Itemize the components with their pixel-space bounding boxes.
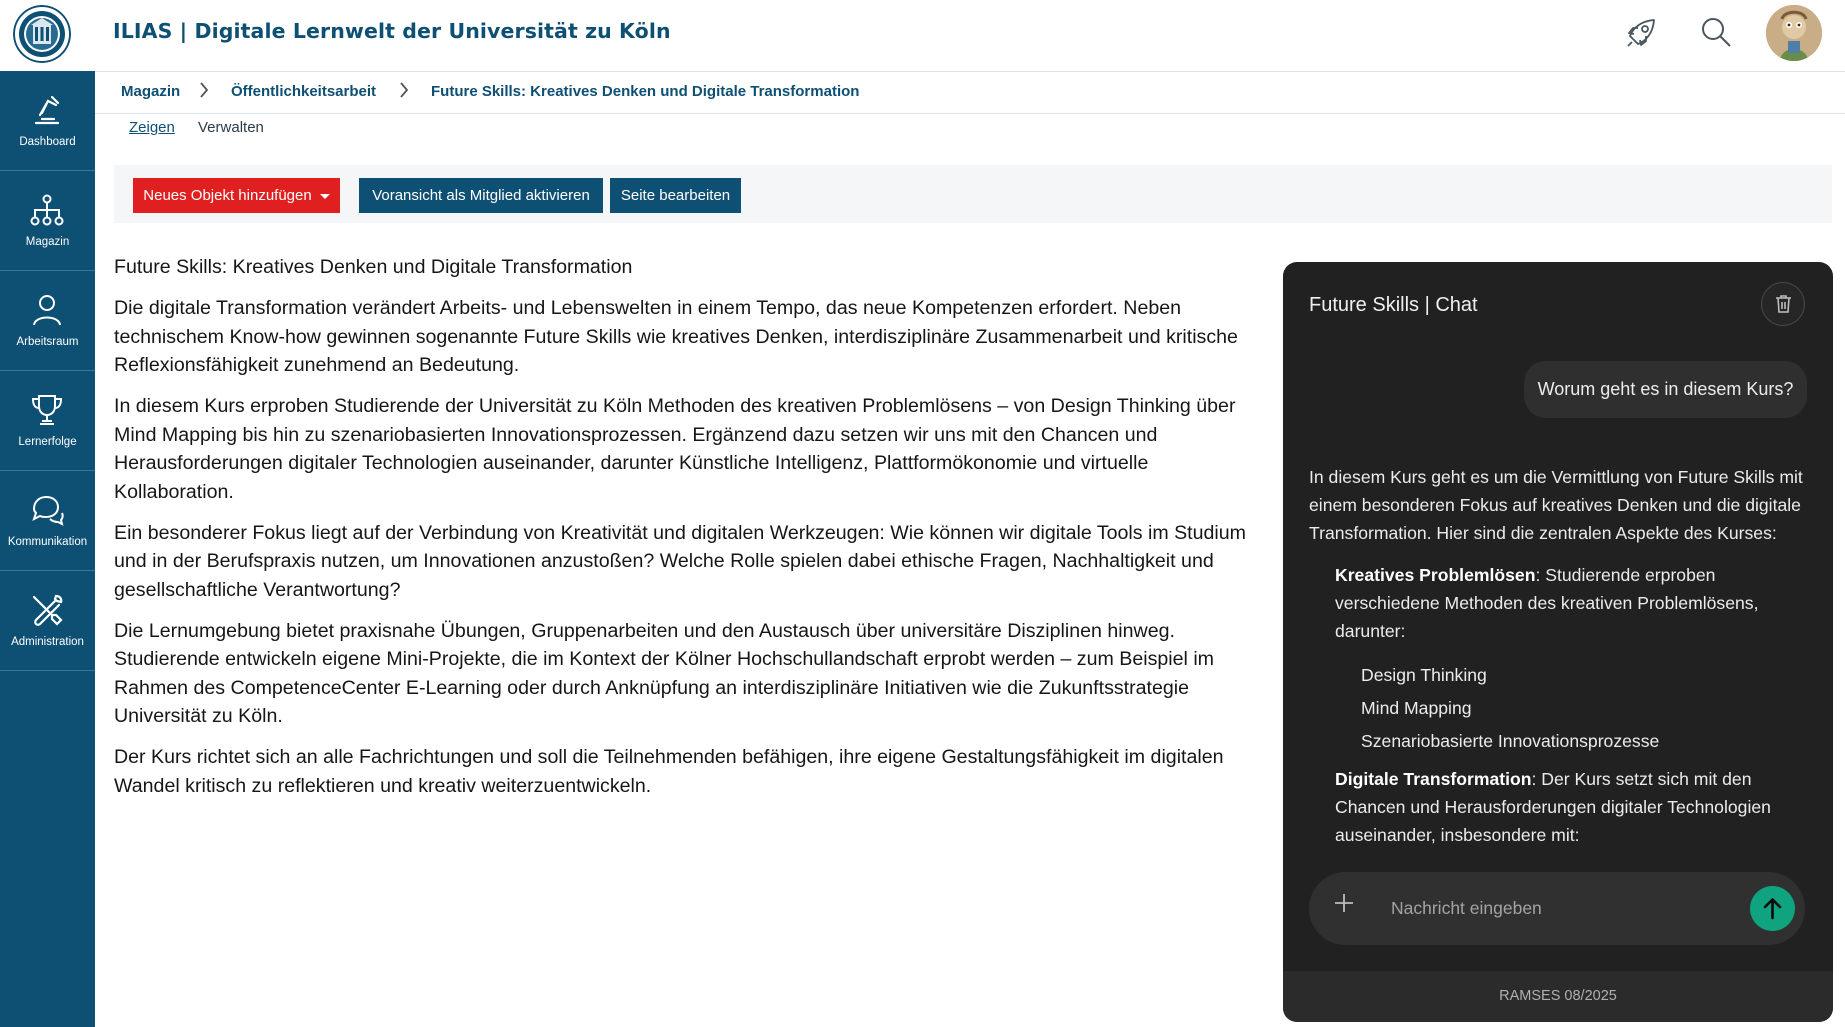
caret-down-icon: [319, 193, 330, 199]
main-sidebar: Dashboard Magazin Arbeitsraum Lernerfolg…: [0, 71, 95, 1027]
sidebar-item-label: Lernerfolge: [18, 436, 77, 448]
preview-as-member-button[interactable]: Voransicht als Mitglied aktivieren: [359, 178, 603, 213]
university-seal-logo[interactable]: [13, 5, 71, 63]
list-item: Mind Mapping: [1361, 698, 1472, 718]
person-icon: [33, 295, 61, 326]
search-icon[interactable]: [1698, 14, 1734, 50]
sidebar-item-label: Dashboard: [19, 136, 76, 148]
tab-verwalten[interactable]: Verwalten: [198, 119, 264, 136]
breadcrumb-item-oeffentlichkeitsarbeit[interactable]: Öffentlichkeitsarbeit: [231, 83, 376, 100]
section-title: Kreatives Problemlösen: [1335, 565, 1536, 585]
section-title: Digitale Transformation: [1335, 769, 1532, 789]
arrow-up-icon: [1763, 898, 1782, 920]
repository-tree-icon: [30, 194, 64, 226]
assistant-section: Kreatives Problemlösen: Studierende erpr…: [1309, 561, 1815, 645]
trophy-icon: [31, 395, 63, 425]
sidebar-item-label: Kommunikation: [7, 536, 88, 548]
assistant-section: Digitale Transformation: Der Kurs setzt …: [1309, 765, 1815, 849]
chat-panel: Future Skills | Chat Worum geht es in di…: [1283, 262, 1833, 1022]
page-title: Future Skills: Kreatives Denken und Digi…: [114, 256, 633, 278]
chevron-right-icon: [200, 82, 209, 98]
add-object-button[interactable]: Neues Objekt hinzufügen: [133, 178, 340, 213]
tools-icon: [32, 594, 63, 626]
chevron-right-icon: [400, 82, 409, 98]
sidebar-item-label: Administration: [11, 636, 84, 648]
top-header: ILIAS | Digitale Lernwelt der Universitä…: [0, 0, 1845, 72]
list-item: Design Thinking: [1361, 665, 1487, 685]
sidebar-item-dashboard[interactable]: Dashboard: [0, 71, 95, 171]
trash-icon: [1776, 295, 1791, 313]
content-paragraph: Die digitale Transformation verändert Ar…: [114, 297, 1238, 376]
user-message: Worum geht es in diesem Kurs?: [1524, 361, 1807, 418]
sidebar-item-arbeitsraum[interactable]: Arbeitsraum: [0, 271, 95, 371]
sidebar-item-label: Arbeitsraum: [16, 336, 79, 348]
add-object-label: Neues Objekt hinzufügen: [143, 187, 312, 204]
breadcrumb: Magazin Öffentlichkeitsarbeit Future Ski…: [95, 72, 1845, 114]
chat-title: Future Skills | Chat: [1309, 294, 1478, 316]
user-avatar[interactable]: [1766, 5, 1822, 61]
page-content: Future Skills: Kreatives Denken und Digi…: [114, 253, 1254, 813]
list-item: Szenariobasierte Innovationsprozesse: [1361, 731, 1660, 751]
message-input-bar: Nachricht eingeben: [1309, 872, 1805, 945]
toolbar: Neues Objekt hinzufügen Voransicht als M…: [114, 165, 1832, 223]
clear-chat-button[interactable]: [1761, 282, 1805, 326]
sidebar-item-kommunikation[interactable]: Kommunikation: [0, 471, 95, 571]
edit-page-button[interactable]: Seite bearbeiten: [610, 178, 741, 213]
send-button[interactable]: [1750, 886, 1795, 931]
app-title[interactable]: ILIAS | Digitale Lernwelt der Universitä…: [113, 19, 671, 43]
sidebar-item-administration[interactable]: Administration: [0, 571, 95, 671]
breadcrumb-item-magazin[interactable]: Magazin: [121, 83, 180, 100]
dashboard-icon: [34, 95, 60, 125]
content-paragraph: Die Lernumgebung bietet praxisnahe Übung…: [114, 619, 1214, 728]
message-input[interactable]: Nachricht eingeben: [1391, 898, 1542, 919]
assistant-intro: In diesem Kurs geht es um die Vermittlun…: [1309, 467, 1803, 543]
content-paragraph: Ein besonderer Fokus liegt auf der Verbi…: [114, 521, 1246, 601]
sidebar-item-label: Magazin: [25, 236, 70, 248]
breadcrumb-item-current[interactable]: Future Skills: Kreatives Denken und Digi…: [431, 83, 859, 100]
sidebar-item-magazin[interactable]: Magazin: [0, 171, 95, 271]
sidebar-item-lernerfolge[interactable]: Lernerfolge: [0, 371, 95, 471]
content-paragraph: Der Kurs richtet sich an alle Fachrichtu…: [114, 746, 1224, 797]
assistant-list: Design Thinking Mind Mapping Szenariobas…: [1309, 659, 1815, 758]
chat-footer: RAMSES 08/2025: [1283, 971, 1833, 1022]
plus-icon[interactable]: [1333, 892, 1355, 914]
chat-bubbles-icon: [32, 495, 64, 526]
tab-zeigen[interactable]: Zeigen: [129, 119, 175, 136]
rocket-icon[interactable]: [1624, 14, 1660, 50]
assistant-message: In diesem Kurs geht es um die Vermittlun…: [1309, 463, 1815, 863]
content-paragraph: In diesem Kurs erproben Studierende der …: [114, 395, 1236, 503]
